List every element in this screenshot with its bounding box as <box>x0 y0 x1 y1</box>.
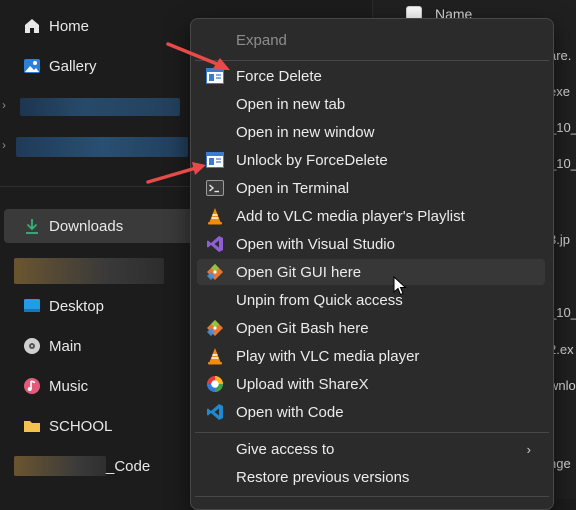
vlc-icon <box>205 346 225 366</box>
nav-item-desktop[interactable]: Desktop <box>0 289 200 323</box>
menu-item-give-access[interactable]: Give access to › <box>197 436 545 462</box>
git-icon <box>205 262 225 282</box>
mouse-cursor-icon <box>393 276 407 296</box>
menu-item-upload-sharex[interactable]: Upload with ShareX <box>197 371 545 397</box>
annotation-arrow-icon <box>166 42 230 70</box>
nav-item-label: Music <box>49 377 89 395</box>
menu-item-label: Open Git GUI here <box>236 263 362 281</box>
chevron-right-icon[interactable]: › <box>2 98 6 112</box>
chevron-right-icon: › <box>526 441 531 457</box>
menu-item-vlc-playlist[interactable]: Add to VLC media player's Playlist <box>197 203 545 229</box>
home-icon <box>22 16 42 36</box>
nav-item-downloads[interactable]: Downloads <box>4 209 208 243</box>
menu-item-label: Play with VLC media player <box>236 347 420 365</box>
menu-item-expand[interactable]: Expand <box>197 27 545 53</box>
nav-item-label: Downloads <box>49 217 124 235</box>
menu-item-open-git-bash[interactable]: Open Git Bash here <box>197 315 545 341</box>
menu-item-restore-versions[interactable]: Restore previous versions <box>197 464 545 490</box>
menu-item-force-delete[interactable]: Force Delete <box>197 63 545 89</box>
menu-item-label: Open with Code <box>236 403 344 421</box>
nav-item-label: Gallery <box>49 57 97 75</box>
menu-item-open-terminal[interactable]: Open in Terminal <box>197 175 545 201</box>
menu-item-label: Open in new window <box>236 123 375 141</box>
nav-item-label: Desktop <box>49 297 105 315</box>
menu-item-label: Open Git Bash here <box>236 319 369 337</box>
menu-item-label: Restore previous versions <box>236 468 410 486</box>
nav-item-music[interactable]: Music <box>0 369 200 403</box>
git-icon <box>205 318 225 338</box>
menu-item-label: Unlock by ForceDelete <box>236 151 388 169</box>
menu-item-label: Open in Terminal <box>236 179 350 197</box>
menu-separator <box>195 432 549 433</box>
vscode-icon <box>205 402 225 422</box>
menu-separator <box>195 496 549 497</box>
nav-item-code[interactable]: _Code <box>0 449 200 483</box>
desktop-icon <box>22 296 42 316</box>
redacted-item <box>14 258 164 284</box>
chevron-right-icon[interactable]: › <box>2 138 6 152</box>
folder-icon <box>22 416 42 436</box>
redacted-item <box>16 137 188 157</box>
download-icon <box>22 216 42 236</box>
menu-item-open-new-tab[interactable]: Open in new tab <box>197 91 545 117</box>
menu-item-label: Unpin from Quick access <box>236 291 403 309</box>
nav-item-label: SCHOOL <box>49 417 113 435</box>
menu-item-open-git-gui[interactable]: Open Git GUI here <box>197 259 545 285</box>
menu-item-open-new-window[interactable]: Open in new window <box>197 119 545 145</box>
menu-item-label: Expand <box>236 31 287 49</box>
nav-item-label: Main <box>49 337 82 355</box>
menu-item-open-visual-studio[interactable]: Open with Visual Studio <box>197 231 545 257</box>
sharex-icon <box>205 374 225 394</box>
menu-item-open-code[interactable]: Open with Code <box>197 399 545 425</box>
menu-item-label: Add to VLC media player's Playlist <box>236 207 465 225</box>
gallery-icon <box>22 56 42 76</box>
vlc-icon <box>205 206 225 226</box>
menu-item-label: Open with Visual Studio <box>236 235 395 253</box>
menu-item-label: Force Delete <box>236 67 322 85</box>
disc-icon <box>22 336 42 356</box>
context-menu: Expand Force Delete Open in new tab Open… <box>190 18 554 510</box>
visual-studio-icon <box>205 234 225 254</box>
music-icon <box>22 376 42 396</box>
menu-item-label: Give access to <box>236 440 335 458</box>
redacted-item <box>20 98 180 116</box>
annotation-arrow-icon <box>146 162 206 184</box>
menu-item-unpin-quick-access[interactable]: Unpin from Quick access <box>197 287 545 313</box>
menu-separator <box>195 60 549 61</box>
redacted-item <box>14 456 106 476</box>
menu-item-label: Open in new tab <box>236 95 346 113</box>
menu-item-unlock-forcedelete[interactable]: Unlock by ForceDelete <box>197 147 545 173</box>
nav-item-label: _Code <box>106 457 151 475</box>
menu-item-label: Upload with ShareX <box>236 375 369 393</box>
menu-item-play-vlc[interactable]: Play with VLC media player <box>197 343 545 369</box>
nav-item-label: Home <box>49 17 90 35</box>
nav-item-main[interactable]: Main <box>0 329 200 363</box>
nav-item-school[interactable]: SCHOOL <box>0 409 200 443</box>
